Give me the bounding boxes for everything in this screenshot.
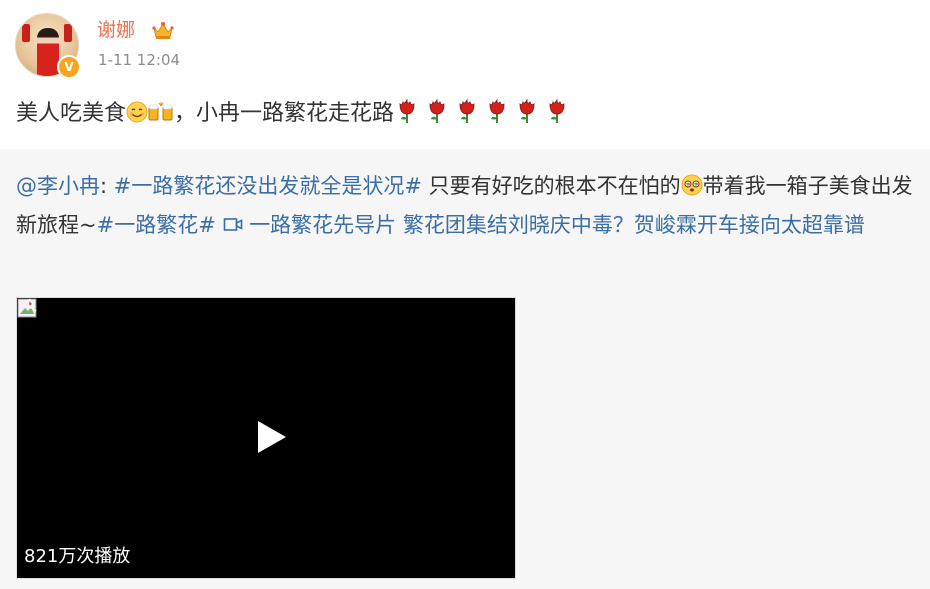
rose-emoji	[549, 98, 565, 123]
beer-cheers-emoji	[148, 102, 173, 121]
topic-link[interactable]: #一路繁花还没出发就全是状况#	[114, 174, 422, 198]
dizzy-eyes-emoji	[681, 174, 703, 196]
rose-emoji	[399, 98, 415, 123]
play-icon[interactable]	[254, 419, 288, 455]
broken-image-icon	[17, 298, 37, 318]
repost-colon: :	[100, 174, 108, 198]
play-count: 821万次播放	[24, 546, 131, 567]
post-text: 美人吃美食 ，小冉一路繁花走花路	[16, 98, 569, 134]
avatar-figure	[37, 28, 59, 76]
video-card-icon	[223, 218, 242, 231]
avatar-decoration	[64, 24, 72, 42]
mention-link[interactable]: @李小冉	[16, 174, 100, 198]
avatar-decoration	[22, 24, 30, 42]
repost-text: @李小冉: #一路繁花还没出发就全是状况# 只要有好吃的根本不在怕的 带着我一箱…	[16, 167, 916, 245]
rose-emoji	[489, 98, 505, 123]
smile-emoji	[126, 101, 148, 123]
post-text-part: ，小冉一路繁花走花路	[174, 101, 395, 126]
topic-link[interactable]: #一路繁花#	[97, 213, 216, 237]
video-link-text: 一路繁花先导片 繁花团集结刘晓庆中毒？贺峻霖开车接向太超靠谱	[249, 213, 865, 237]
video-link[interactable]: 一路繁花先导片 繁花团集结刘晓庆中毒？贺峻霖开车接向太超靠谱	[223, 213, 865, 237]
rose-emoji	[429, 98, 445, 123]
rose-row	[396, 98, 569, 134]
rose-emoji	[459, 98, 475, 123]
crown-icon	[152, 22, 174, 39]
repost-block: @李小冉: #一路繁花还没出发就全是状况# 只要有好吃的根本不在怕的 带着我一箱…	[0, 149, 930, 589]
post-text-part: 美人吃美食	[16, 101, 127, 126]
author-name[interactable]: 谢娜	[97, 17, 135, 43]
repost-text-part: 只要有好吃的根本不在怕的	[428, 174, 681, 198]
verified-v-icon: V	[57, 55, 81, 79]
video-player[interactable]: 821万次播放	[16, 297, 516, 579]
rose-emoji	[519, 98, 535, 123]
post-timestamp[interactable]: 1-11 12:04	[98, 50, 180, 70]
